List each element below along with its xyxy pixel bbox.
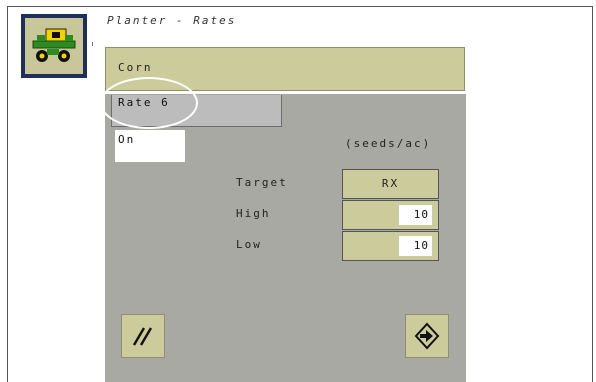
low-value-button[interactable]: 10 [342,231,439,261]
planter-icon [32,28,76,62]
rate-status-field[interactable]: On [115,130,185,162]
machine-button[interactable] [21,14,87,78]
high-value: 10 [399,205,432,225]
high-value-button[interactable]: 10 [342,200,439,230]
crop-selector[interactable]: Corn [105,47,465,91]
units-label: (seeds/ac) [345,137,432,150]
next-button[interactable] [405,314,449,358]
target-label: Target [236,176,288,189]
rate-tab[interactable]: Rate 6 [111,95,282,127]
high-label: High [236,207,271,220]
enter-arrow-icon [414,322,440,350]
low-label: Low [236,238,262,251]
page-title: Planter - Rates [107,14,237,27]
edit-button[interactable] [121,314,165,358]
edit-slashes-icon [132,327,153,346]
low-value: 10 [399,236,432,256]
divider-tick [92,42,93,46]
target-value-button[interactable]: RX [342,169,439,199]
